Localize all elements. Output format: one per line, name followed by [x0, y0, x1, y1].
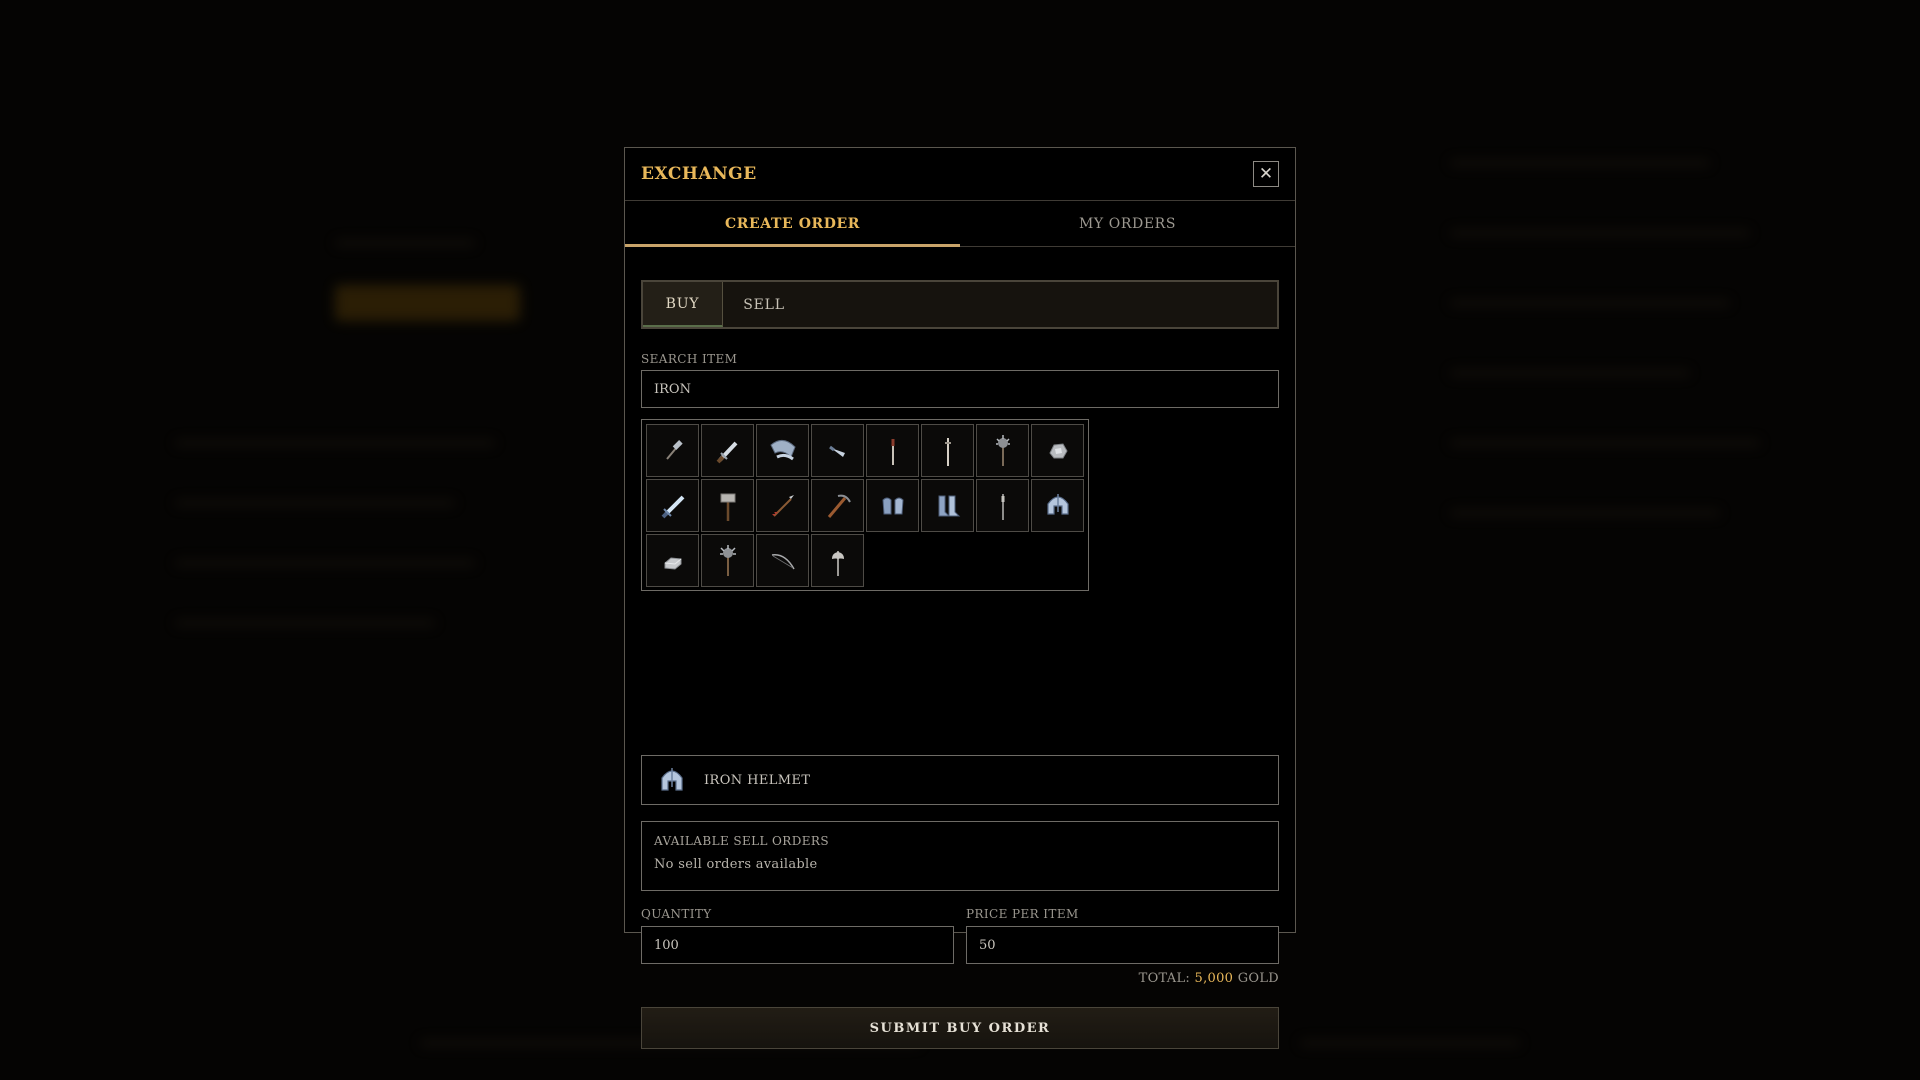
iron-boots-icon[interactable] [921, 479, 974, 532]
buy-sell-toggle: BUY SELL [641, 280, 1279, 329]
iron-warhammer-icon[interactable] [701, 479, 754, 532]
iron-shoulder-armor-icon[interactable] [756, 424, 809, 477]
iron-axe-icon[interactable] [811, 534, 864, 587]
iron-sword-icon[interactable] [646, 479, 699, 532]
iron-hammer-icon[interactable] [646, 424, 699, 477]
sell-orders-panel: AVAILABLE SELL ORDERS No sell orders ava… [641, 821, 1279, 891]
modal-title: EXCHANGE [641, 164, 757, 184]
iron-mace-icon[interactable] [976, 424, 1029, 477]
total-amount: 5,000 [1194, 971, 1234, 986]
iron-gauntlets-icon[interactable] [866, 479, 919, 532]
search-label: SEARCH ITEM [641, 352, 738, 366]
selected-item: IRON HELMET [641, 755, 1279, 805]
iron-arrow-icon[interactable] [756, 479, 809, 532]
iron-ingot-icon[interactable] [646, 534, 699, 587]
iron-pickaxe-icon[interactable] [811, 479, 864, 532]
close-icon[interactable]: ✕ [1253, 161, 1279, 187]
search-input[interactable]: IRON [641, 370, 1279, 408]
selected-item-name: IRON HELMET [704, 772, 811, 788]
iron-spear-icon[interactable] [866, 424, 919, 477]
total-currency: GOLD [1237, 971, 1279, 986]
total-label: TOTAL: [1138, 971, 1191, 986]
iron-dagger-icon[interactable] [701, 424, 754, 477]
tab-create-order[interactable]: CREATE ORDER [625, 201, 960, 247]
iron-morningstar-icon[interactable] [701, 534, 754, 587]
tab-my-orders[interactable]: MY ORDERS [960, 201, 1295, 246]
iron-ore-icon[interactable] [1031, 424, 1084, 477]
iron-spear-alt-icon[interactable] [921, 424, 974, 477]
iron-helmet-icon[interactable] [1031, 479, 1084, 532]
quantity-input[interactable]: 100 [641, 926, 954, 964]
iron-helmet-icon [661, 768, 683, 791]
price-input[interactable]: 50 [966, 926, 1279, 964]
tab-bar: CREATE ORDER MY ORDERS [625, 201, 1295, 247]
sell-button[interactable]: SELL [723, 282, 805, 327]
sell-orders-empty-text: No sell orders available [654, 857, 818, 872]
exchange-modal: EXCHANGE ✕ CREATE ORDER MY ORDERS BUY SE… [624, 147, 1296, 1049]
price-label: PRICE PER ITEM [966, 907, 1079, 921]
submit-buy-order-button[interactable]: SUBMIT BUY ORDER [641, 1007, 1279, 1049]
buy-button[interactable]: BUY [643, 282, 723, 327]
item-grid [641, 419, 1089, 591]
modal-header: EXCHANGE ✕ [625, 148, 1295, 201]
iron-blade-icon[interactable] [811, 424, 864, 477]
iron-bow-icon[interactable] [756, 534, 809, 587]
order-total: TOTAL: 5,000 GOLD [1139, 971, 1279, 986]
quantity-label: QUANTITY [641, 907, 712, 921]
iron-staff-icon[interactable] [976, 479, 1029, 532]
sell-orders-title: AVAILABLE SELL ORDERS [654, 834, 829, 848]
